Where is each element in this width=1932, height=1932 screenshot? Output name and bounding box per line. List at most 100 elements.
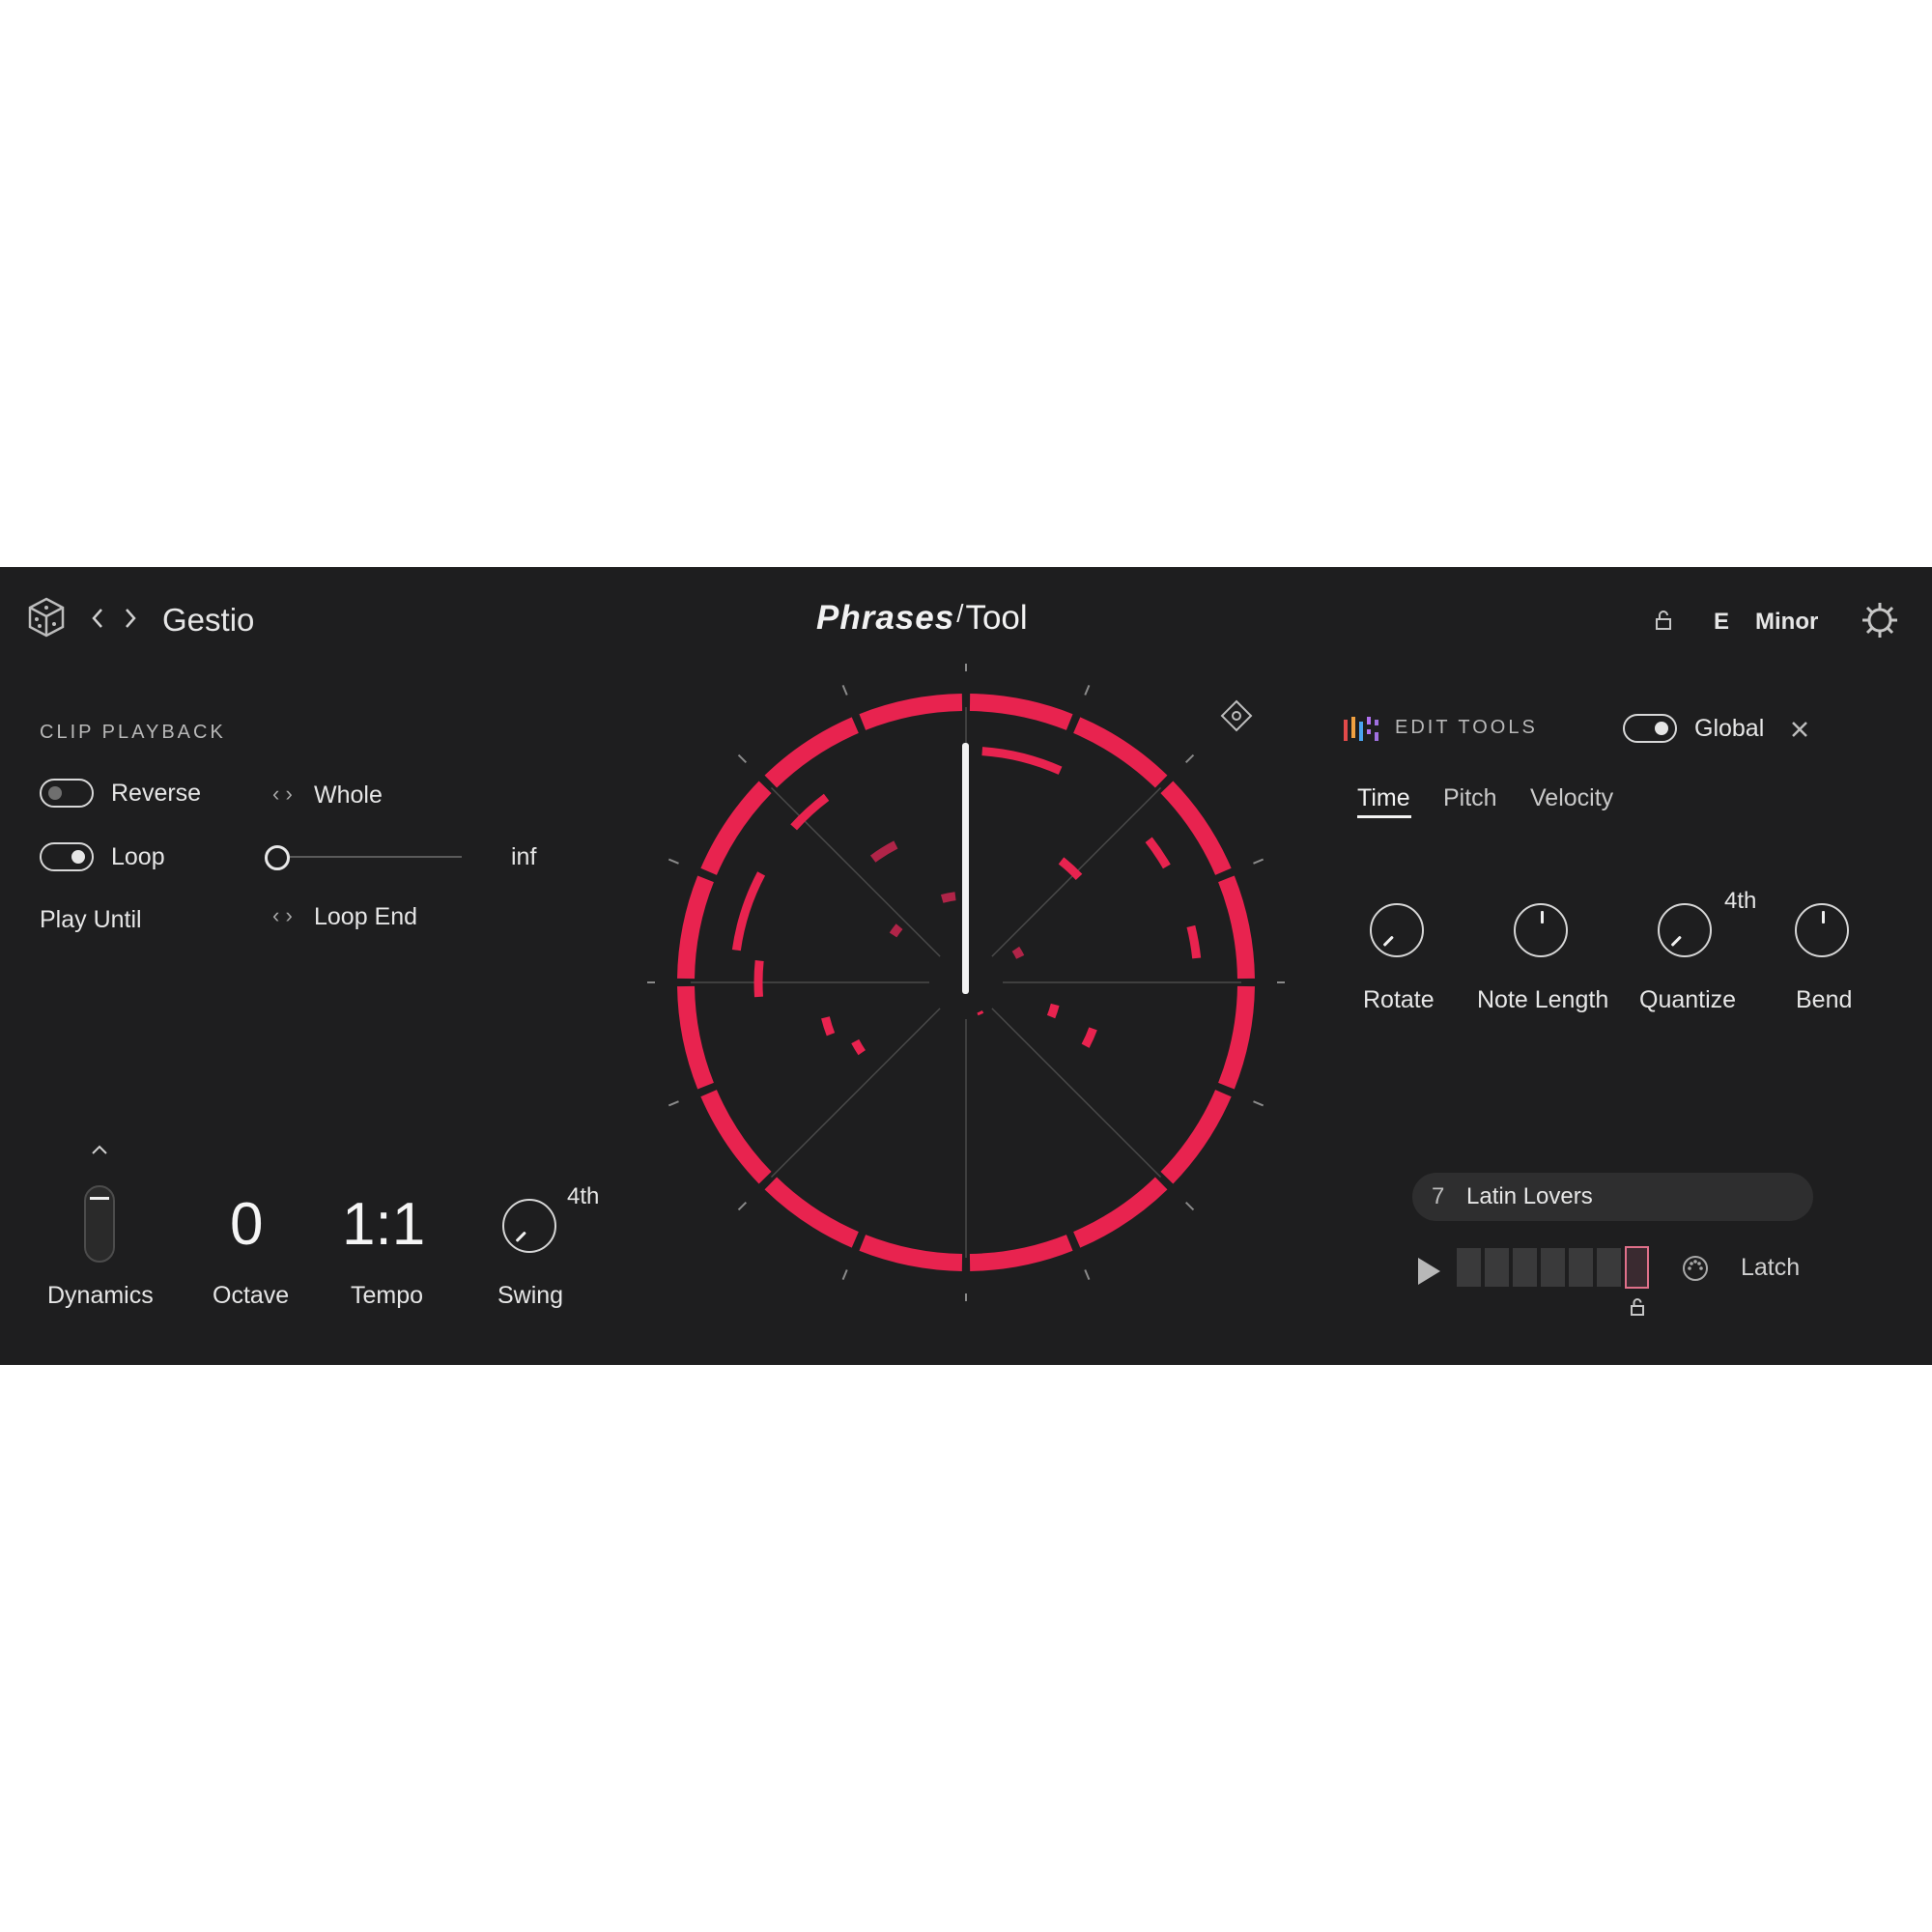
tempo-value[interactable]: 1:1 — [342, 1190, 425, 1259]
bend-knob[interactable] — [1795, 903, 1849, 957]
dynamics-label: Dynamics — [47, 1282, 154, 1309]
tick-mark — [1253, 1100, 1264, 1107]
ring-segment — [677, 985, 714, 1090]
play-until-label: Play Until — [40, 906, 142, 933]
step-cell[interactable] — [1569, 1248, 1593, 1287]
pattern-selector[interactable]: 7 Latin Lovers — [1412, 1173, 1813, 1221]
reverse-toggle[interactable] — [40, 779, 94, 808]
ring-segment — [700, 1090, 772, 1184]
rotate-knob[interactable] — [1370, 903, 1424, 957]
global-label: Global — [1694, 715, 1765, 742]
loop-label: Loop — [111, 843, 165, 870]
midi-icon[interactable] — [1681, 1254, 1710, 1283]
chevron-right-icon[interactable] — [124, 608, 137, 629]
ring-segment — [677, 875, 714, 980]
range-value[interactable]: Whole — [314, 781, 383, 810]
tab-pitch[interactable]: Pitch — [1443, 784, 1497, 812]
bend-knob-indicator — [1822, 911, 1825, 923]
step-lock-icon[interactable] — [1629, 1297, 1646, 1317]
step-cell-selected[interactable] — [1625, 1246, 1649, 1289]
tick-mark — [841, 684, 848, 696]
tick-mark — [1084, 1269, 1091, 1281]
note-length-knob[interactable] — [1514, 903, 1568, 957]
note-arc — [790, 793, 830, 831]
quantize-knob[interactable] — [1658, 903, 1712, 957]
close-icon[interactable] — [1790, 720, 1809, 739]
ring-segment — [1073, 1177, 1168, 1248]
brand-logo: Phrases/Tool — [816, 599, 1028, 637]
brand-main: Phrases — [816, 599, 955, 637]
note-arc — [1058, 857, 1083, 880]
note-arc — [977, 1009, 984, 1016]
swing-label: Swing — [497, 1282, 564, 1309]
plugin-panel: Gestio Phrases/Tool E Minor CLIP PLAYBAC… — [0, 567, 1932, 1365]
play-until-value[interactable]: Loop End — [314, 903, 417, 931]
note-arc — [889, 923, 903, 938]
note-arc — [731, 871, 766, 952]
edit-tools-icon — [1344, 717, 1378, 741]
chevron-up-icon[interactable] — [91, 1144, 108, 1155]
dice-icon[interactable] — [27, 596, 66, 639]
tab-time[interactable]: Time — [1357, 784, 1410, 812]
latch-label[interactable]: Latch — [1741, 1254, 1800, 1282]
ring-segment — [969, 1235, 1073, 1271]
dynamics-slider[interactable] — [84, 1185, 115, 1263]
global-toggle-knob — [1655, 722, 1668, 735]
tick-mark — [1084, 684, 1091, 696]
range-arrows-icon[interactable]: ‹ › — [272, 781, 293, 807]
step-cell[interactable] — [1513, 1248, 1537, 1287]
swing-knob[interactable] — [502, 1199, 556, 1253]
note-length-label: Note Length — [1477, 986, 1609, 1013]
bend-label: Bend — [1796, 986, 1853, 1013]
loop-toggle-knob — [71, 850, 85, 864]
note-arc — [1145, 837, 1171, 869]
step-cell[interactable] — [1485, 1248, 1509, 1287]
phrase-visualizer[interactable] — [647, 664, 1285, 1301]
step-cell[interactable] — [1597, 1248, 1621, 1287]
play-until-arrows-icon[interactable]: ‹ › — [272, 903, 293, 928]
step-cell[interactable] — [1457, 1248, 1481, 1287]
ring-segment — [1160, 1090, 1232, 1184]
tick-mark — [841, 1269, 848, 1281]
ring-segment — [764, 1177, 859, 1248]
ring-segment — [859, 694, 963, 730]
play-icon[interactable] — [1415, 1256, 1442, 1287]
note-arc — [870, 840, 898, 863]
reverse-toggle-knob — [48, 786, 62, 800]
lock-icon[interactable] — [1654, 610, 1673, 631]
key-selector[interactable]: E — [1714, 609, 1729, 636]
edit-tools-title: EDIT TOOLS — [1395, 717, 1538, 738]
tick-mark — [668, 1100, 679, 1107]
spoke-line — [991, 1008, 1162, 1179]
gear-icon[interactable] — [1860, 600, 1900, 640]
chevron-left-icon[interactable] — [91, 608, 104, 629]
octave-value[interactable]: 0 — [230, 1190, 263, 1259]
loop-slider-track[interactable] — [278, 856, 462, 858]
tick-mark — [1184, 1201, 1195, 1211]
quantize-label: Quantize — [1639, 986, 1737, 1013]
note-arc — [1046, 1003, 1060, 1019]
playhead — [962, 743, 969, 994]
tab-velocity[interactable]: Velocity — [1530, 784, 1613, 812]
tick-mark — [1184, 753, 1195, 764]
swing-value: 4th — [567, 1183, 600, 1209]
step-sequence[interactable] — [1457, 1246, 1650, 1289]
swing-knob-indicator — [515, 1231, 526, 1242]
note-arc — [1186, 924, 1202, 959]
scale-selector[interactable]: Minor — [1755, 609, 1818, 636]
loop-slider-handle[interactable] — [265, 845, 290, 870]
rotate-label: Rotate — [1363, 986, 1435, 1013]
reverse-label: Reverse — [111, 780, 202, 807]
step-cell[interactable] — [1541, 1248, 1565, 1287]
note-length-knob-indicator — [1541, 911, 1544, 923]
note-arc — [1081, 1027, 1097, 1048]
preset-name[interactable]: Gestio — [162, 602, 254, 639]
note-arc — [851, 1038, 866, 1056]
global-toggle[interactable] — [1623, 714, 1677, 743]
ring-segment — [859, 1235, 963, 1271]
quantize-value: 4th — [1724, 888, 1757, 914]
move-icon[interactable] — [1219, 698, 1254, 733]
loop-toggle[interactable] — [40, 842, 94, 871]
note-arc — [821, 1016, 836, 1037]
note-arc — [981, 747, 1063, 775]
